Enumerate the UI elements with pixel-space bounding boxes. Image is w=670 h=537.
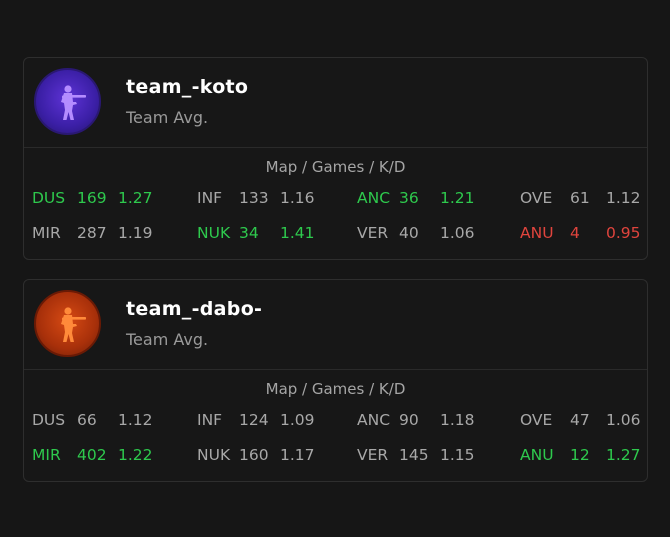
map-games: 40 [399, 224, 419, 242]
team-subtitle: Team Avg. [126, 330, 209, 349]
team-card-koto: team_-koto Team Avg. Map / Games / K/D D… [23, 57, 648, 260]
stats-header: Map / Games / K/D [265, 380, 406, 398]
map-name: ANC [357, 189, 391, 207]
soldier-silhouette-icon [60, 84, 86, 120]
stats-row: DUS 66 1.12 INF 124 1.09 ANC 90 1.18 OVE… [24, 411, 647, 433]
map-name: ANU [520, 224, 554, 242]
map-name: NUK [197, 224, 231, 242]
map-games: 145 [399, 446, 429, 464]
map-games: 402 [77, 446, 107, 464]
map-kd: 1.19 [118, 224, 153, 242]
map-kd: 1.27 [606, 446, 641, 464]
map-kd: 1.18 [440, 411, 475, 429]
map-kd: 1.12 [606, 189, 641, 207]
map-games: 124 [239, 411, 269, 429]
map-games: 133 [239, 189, 269, 207]
map-games: 61 [570, 189, 590, 207]
team-header: team_-koto Team Avg. [24, 58, 647, 148]
map-kd: 1.21 [440, 189, 475, 207]
map-name: DUS [32, 189, 66, 207]
map-name: NUK [197, 446, 231, 464]
map-name: VER [357, 446, 389, 464]
map-name: OVE [520, 189, 553, 207]
team-avatar[interactable] [34, 290, 101, 357]
team-header: team_-dabo- Team Avg. [24, 280, 647, 370]
map-kd: 1.16 [280, 189, 315, 207]
map-name: DUS [32, 411, 66, 429]
map-kd: 1.06 [606, 411, 641, 429]
map-games: 12 [570, 446, 590, 464]
map-name: ANU [520, 446, 554, 464]
team-subtitle: Team Avg. [126, 108, 209, 127]
map-games: 169 [77, 189, 107, 207]
map-kd: 1.09 [280, 411, 315, 429]
map-kd: 1.41 [280, 224, 315, 242]
map-games: 47 [570, 411, 590, 429]
team-name[interactable]: team_-dabo- [126, 298, 262, 320]
map-name: ANC [357, 411, 391, 429]
map-games: 66 [77, 411, 97, 429]
map-kd: 0.95 [606, 224, 641, 242]
stats-row: MIR 402 1.22 NUK 160 1.17 VER 145 1.15 A… [24, 446, 647, 468]
map-kd: 1.06 [440, 224, 475, 242]
map-kd: 1.22 [118, 446, 153, 464]
map-games: 160 [239, 446, 269, 464]
map-kd: 1.27 [118, 189, 153, 207]
map-name: MIR [32, 446, 61, 464]
map-kd: 1.15 [440, 446, 475, 464]
team-card-dabo: team_-dabo- Team Avg. Map / Games / K/D … [23, 279, 648, 482]
soldier-silhouette-icon [60, 306, 86, 342]
stats-header: Map / Games / K/D [265, 158, 406, 176]
stats-row: MIR 287 1.19 NUK 34 1.41 VER 40 1.06 ANU… [24, 224, 647, 246]
map-name: MIR [32, 224, 61, 242]
map-name: INF [197, 411, 223, 429]
map-games: 34 [239, 224, 259, 242]
map-kd: 1.12 [118, 411, 153, 429]
map-games: 287 [77, 224, 107, 242]
map-games: 36 [399, 189, 419, 207]
map-games: 4 [570, 224, 580, 242]
stats-row: DUS 169 1.27 INF 133 1.16 ANC 36 1.21 OV… [24, 189, 647, 211]
map-name: OVE [520, 411, 553, 429]
map-games: 90 [399, 411, 419, 429]
team-name[interactable]: team_-koto [126, 76, 248, 98]
map-name: INF [197, 189, 223, 207]
map-name: VER [357, 224, 389, 242]
map-kd: 1.17 [280, 446, 315, 464]
team-avatar[interactable] [34, 68, 101, 135]
